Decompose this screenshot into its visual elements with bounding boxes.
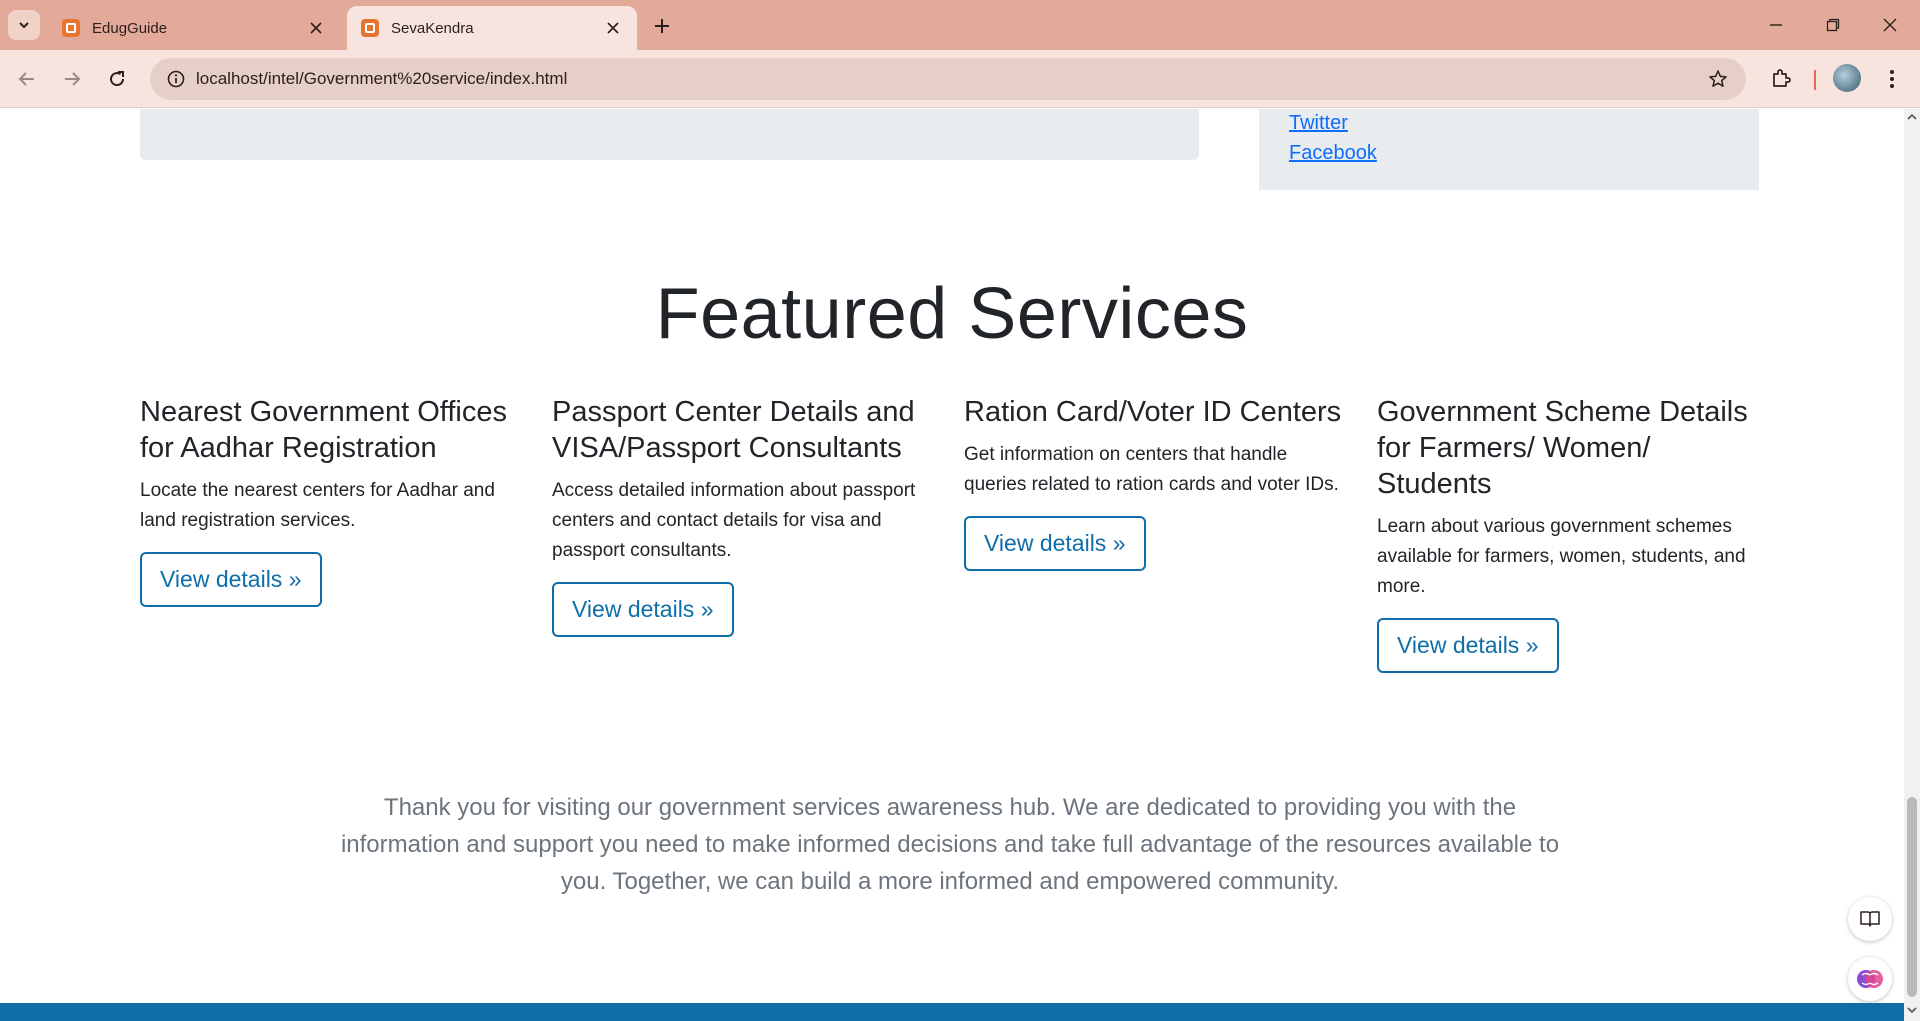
toolbar-divider	[1814, 70, 1816, 90]
chevron-down-icon	[19, 22, 29, 29]
extensions-button[interactable]	[1764, 63, 1798, 95]
page-scrollbar[interactable]	[1904, 109, 1920, 1021]
service-card-aadhar: Nearest Government Offices for Aadhar Re…	[140, 394, 524, 607]
twitter-link[interactable]: Twitter	[1289, 112, 1348, 135]
tab-sevakendra[interactable]: SevaKendra	[347, 6, 637, 50]
browser-toolbar: localhost/intel/Government%20service/ind…	[0, 50, 1920, 108]
restore-icon	[1826, 18, 1840, 32]
reload-button[interactable]	[101, 63, 133, 95]
close-icon[interactable]	[603, 18, 623, 38]
social-sidebar: Twitter Facebook	[1259, 109, 1759, 190]
minimize-icon	[1770, 24, 1782, 26]
service-card-passport: Passport Center Details and VISA/Passpor…	[552, 394, 936, 637]
tab-title: SevaKendra	[391, 19, 474, 37]
new-tab-button[interactable]	[648, 12, 676, 40]
close-icon[interactable]	[306, 18, 326, 38]
tab-strip: EdugGuide SevaKendra	[0, 0, 1920, 50]
star-icon	[1709, 70, 1727, 87]
url-text[interactable]: localhost/intel/Government%20service/ind…	[196, 69, 1698, 89]
minimize-button[interactable]	[1754, 8, 1798, 42]
service-title: Government Scheme Details for Farmers/ W…	[1377, 396, 1748, 500]
profile-avatar[interactable]	[1833, 64, 1861, 92]
browser-menu-button[interactable]	[1878, 63, 1906, 95]
view-details-button[interactable]: View details »	[552, 582, 734, 637]
xampp-favicon-icon	[62, 19, 80, 37]
service-card-schemes: Government Scheme Details for Farmers/ W…	[1377, 394, 1761, 673]
kebab-menu-icon	[1890, 70, 1894, 88]
forward-button[interactable]	[56, 63, 88, 95]
reload-icon	[110, 71, 125, 87]
address-bar[interactable]: localhost/intel/Government%20service/ind…	[150, 58, 1746, 100]
service-description: Learn about various government schemes a…	[1377, 516, 1746, 597]
featured-services-heading: Featured Services	[655, 274, 1249, 354]
scroll-down-arrow-icon[interactable]	[1907, 1005, 1917, 1015]
reading-mode-button[interactable]	[1848, 897, 1892, 941]
assistant-icon	[1857, 970, 1883, 988]
back-arrow-icon	[18, 72, 34, 86]
view-details-button[interactable]: View details »	[1377, 618, 1559, 673]
assistant-button[interactable]	[1848, 957, 1892, 1001]
service-title: Passport Center Details and VISA/Passpor…	[552, 396, 915, 464]
service-title: Nearest Government Offices for Aadhar Re…	[140, 396, 507, 464]
plus-icon	[655, 19, 669, 33]
service-card-ration-voter: Ration Card/Voter ID Centers Get informa…	[964, 394, 1348, 571]
scroll-up-arrow-icon[interactable]	[1907, 112, 1917, 122]
view-details-button[interactable]: View details »	[140, 552, 322, 607]
scrollbar-thumb[interactable]	[1907, 797, 1917, 997]
xampp-favicon-icon	[361, 19, 379, 37]
forward-arrow-icon	[65, 72, 81, 86]
service-description: Access detailed information about passpo…	[552, 480, 916, 561]
service-description: Get information on centers that handle q…	[964, 444, 1339, 495]
service-description: Locate the nearest centers for Aadhar an…	[140, 480, 495, 531]
service-title: Ration Card/Voter ID Centers	[964, 396, 1342, 428]
back-button[interactable]	[11, 63, 43, 95]
close-icon	[1883, 18, 1897, 32]
tab-edugguide[interactable]: EdugGuide	[48, 6, 340, 50]
tab-search-button[interactable]	[8, 10, 40, 40]
site-info-button[interactable]	[156, 58, 196, 100]
bookmark-button[interactable]	[1698, 59, 1738, 99]
reading-mode-icon	[1860, 911, 1880, 927]
facebook-link[interactable]: Facebook	[1289, 142, 1377, 165]
page-viewport: Twitter Facebook Featured Services Neare…	[0, 109, 1904, 1021]
close-window-button[interactable]	[1868, 8, 1912, 42]
footer-bar	[0, 1003, 1904, 1021]
site-info-icon	[167, 70, 185, 88]
tab-title: EdugGuide	[92, 19, 168, 37]
restore-button[interactable]	[1811, 8, 1855, 42]
view-details-button[interactable]: View details »	[964, 516, 1146, 571]
closing-message: Thank you for visiting our government se…	[340, 794, 1560, 895]
content-panel	[140, 109, 1199, 160]
extensions-icon	[1773, 69, 1791, 87]
